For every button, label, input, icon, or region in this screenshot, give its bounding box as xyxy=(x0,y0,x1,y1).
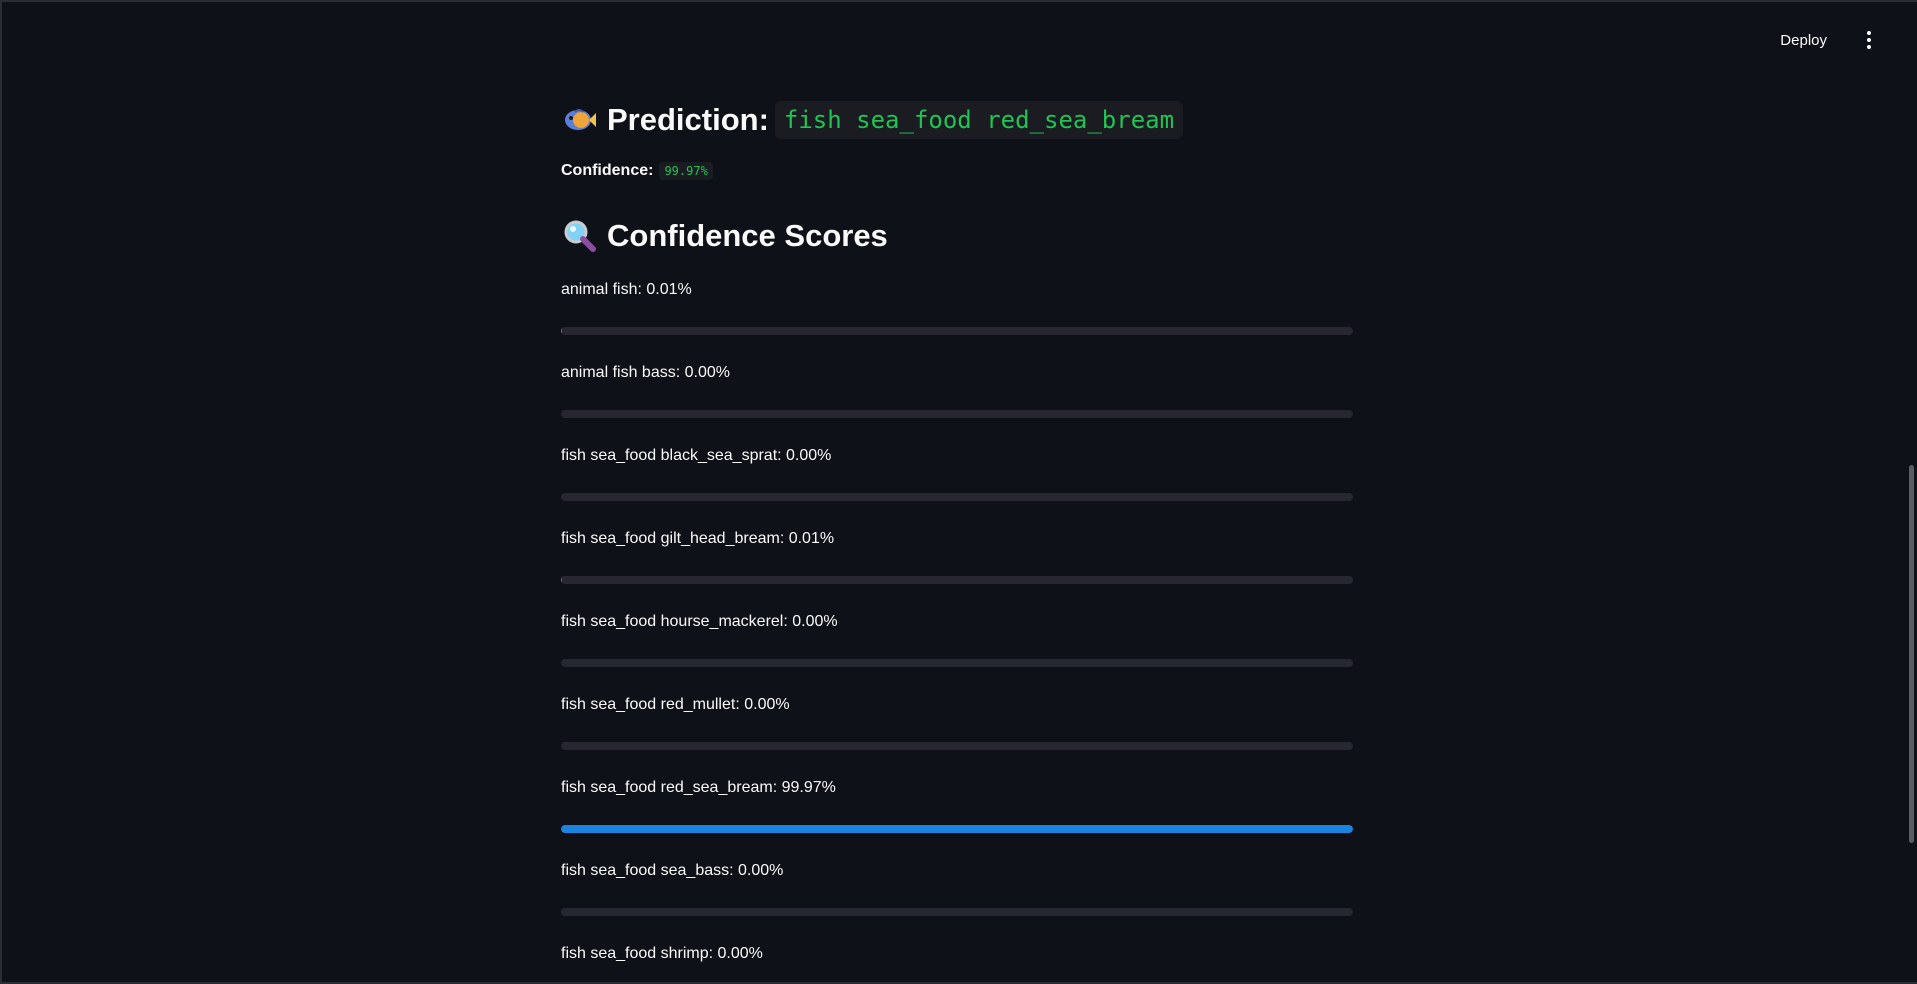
progress-bar xyxy=(561,576,1353,584)
top-toolbar: Deploy xyxy=(1770,22,1879,58)
confidence-label: Confidence: xyxy=(561,162,654,179)
score-label: fish sea_food red_sea_bream: 99.97% xyxy=(561,779,836,796)
score-label: fish sea_food hourse_mackerel: 0.00% xyxy=(561,613,838,630)
progress-fill xyxy=(561,825,1353,833)
score-row: fish sea_food hourse_mackerel: 0.00% xyxy=(561,610,1353,693)
progress-bar xyxy=(561,742,1353,750)
prediction-title: Prediction: xyxy=(607,102,769,137)
progress-bar xyxy=(561,410,1353,418)
score-label: fish sea_food sea_bass: 0.00% xyxy=(561,862,784,879)
deploy-button[interactable]: Deploy xyxy=(1770,26,1837,55)
scores-title: Confidence Scores xyxy=(607,218,888,253)
score-label: fish sea_food black_sea_sprat: 0.00% xyxy=(561,447,832,464)
confidence-value: 99.97% xyxy=(659,162,713,180)
prediction-value: fish sea_food red_sea_bream xyxy=(774,101,1184,139)
menu-dot xyxy=(1867,31,1871,35)
score-row: fish sea_food red_mullet: 0.00% xyxy=(561,693,1353,776)
fish-icon xyxy=(561,102,597,138)
score-row: fish sea_food red_sea_bream: 99.97% xyxy=(561,776,1353,859)
app-window: Deploy Prediction: fish sea_food red_sea… xyxy=(0,0,1917,984)
progress-bar xyxy=(561,327,1353,335)
confidence-summary: Confidence: 99.97% xyxy=(561,158,1353,184)
score-row: fish sea_food sea_bass: 0.00% xyxy=(561,859,1353,942)
score-row: animal fish: 0.01% xyxy=(561,278,1353,361)
progress-bar xyxy=(561,493,1353,501)
score-label: fish sea_food gilt_head_bream: 0.01% xyxy=(561,530,835,547)
score-row: fish sea_food black_sea_sprat: 0.00% xyxy=(561,444,1353,527)
score-row: fish sea_food gilt_head_bream: 0.01% xyxy=(561,527,1353,610)
scores-list: animal fish: 0.01% animal fish bass: 0.00… xyxy=(561,278,1353,984)
score-row: fish sea_food shrimp: 0.00% xyxy=(561,942,1353,984)
main-menu-icon[interactable] xyxy=(1859,22,1879,58)
prediction-heading: Prediction: fish sea_food red_sea_bream xyxy=(561,94,1353,146)
magnifier-icon xyxy=(561,218,597,254)
score-label: animal fish: 0.01% xyxy=(561,281,692,298)
progress-bar xyxy=(561,908,1353,916)
menu-dot xyxy=(1867,45,1871,49)
scores-heading: Confidence Scores xyxy=(561,210,1353,262)
score-row: animal fish bass: 0.00% xyxy=(561,361,1353,444)
main-content: Prediction: fish sea_food red_sea_bream … xyxy=(561,94,1353,984)
menu-dot xyxy=(1867,38,1871,42)
score-label: fish sea_food shrimp: 0.00% xyxy=(561,945,763,962)
score-label: fish sea_food red_mullet: 0.00% xyxy=(561,696,790,713)
vertical-scrollbar[interactable] xyxy=(1909,465,1914,843)
score-label: animal fish bass: 0.00% xyxy=(561,364,730,381)
progress-bar xyxy=(561,825,1353,833)
progress-bar xyxy=(561,659,1353,667)
